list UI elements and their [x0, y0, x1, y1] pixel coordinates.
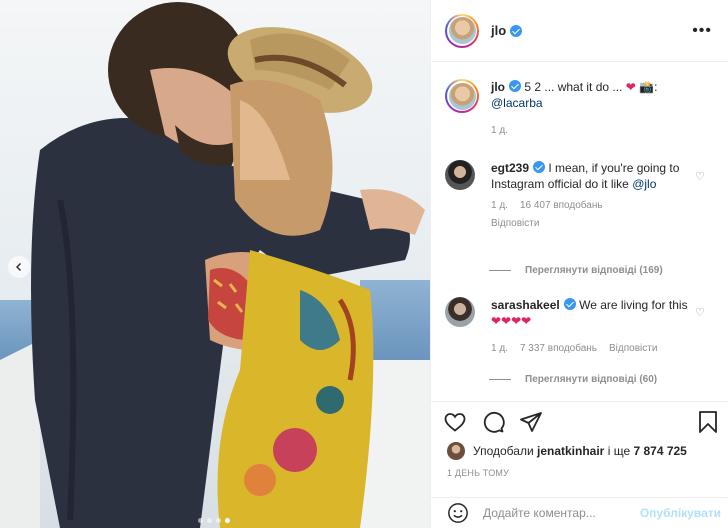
carousel-dot: [216, 518, 221, 523]
divider: [489, 270, 511, 271]
author-avatar[interactable]: [445, 13, 479, 48]
comment-text: We are living for this: [579, 298, 688, 312]
carousel-indicator: [198, 518, 230, 523]
post-photo[interactable]: [0, 0, 430, 528]
reply-button[interactable]: Відповісти: [491, 216, 691, 232]
carousel-dot-active: [225, 518, 230, 523]
comment-like-heart-icon[interactable]: ♡: [695, 306, 705, 319]
comment-mention[interactable]: @jlo: [632, 177, 656, 191]
hearts-emoji: ❤❤❤❤: [491, 314, 532, 328]
comment-likes[interactable]: 7 337 вподобань: [520, 341, 597, 357]
caption-mention[interactable]: @lacarba: [491, 96, 543, 110]
heart-emoji-icon: ❤: [625, 80, 636, 94]
caption-username[interactable]: jlo: [491, 80, 505, 94]
comment-icon[interactable]: [481, 410, 505, 434]
comment-time: 1 д.: [491, 343, 508, 354]
carousel-dot: [198, 518, 203, 523]
liker-avatar: [447, 442, 465, 460]
commenter-avatar[interactable]: [445, 297, 475, 327]
likes-and: і ще: [607, 444, 631, 458]
verified-badge-icon: [509, 80, 521, 92]
post-sidebar: jlo ••• jlo 5 2 ... what it do ... ❤ 📸: …: [430, 0, 728, 528]
likes-prefix: Уподобали: [473, 444, 534, 458]
comment-item: sarashakeel We are living for this ❤❤❤❤ …: [445, 297, 691, 357]
author-username[interactable]: jlo: [491, 23, 506, 38]
view-replies-button[interactable]: Переглянути відповіді (169): [489, 265, 663, 276]
likes-user[interactable]: jenatkinhair: [537, 444, 604, 458]
post-caption: jlo 5 2 ... what it do ... ❤ 📸: @lacarba…: [445, 79, 691, 139]
caption-avatar[interactable]: [445, 79, 479, 113]
avatar-image: [448, 82, 476, 110]
chevron-left-icon: [16, 263, 21, 271]
comments-list: jlo 5 2 ... what it do ... ❤ 📸: @lacarba…: [431, 63, 728, 401]
likes-summary[interactable]: Уподобали jenatkinhair і ще 7 874 725: [447, 442, 687, 460]
post-actions: Уподобали jenatkinhair і ще 7 874 725 1 …: [431, 401, 728, 497]
verified-badge-icon: [510, 24, 523, 37]
post-timestamp: 1 ДЕНЬ ТОМУ: [447, 468, 510, 478]
comment-like-heart-icon[interactable]: ♡: [695, 170, 705, 183]
carousel-dot: [207, 518, 212, 523]
reply-button[interactable]: Відповісти: [609, 341, 657, 357]
likes-count[interactable]: 7 874 725: [633, 444, 686, 458]
view-replies-label: Переглянути відповіді (60): [525, 374, 658, 385]
caption-text: 5 2 ... what it do ...: [524, 80, 623, 94]
comment-item: egt239 I mean, if you're going to Instag…: [445, 160, 691, 232]
divider: [489, 379, 511, 380]
post-header: jlo •••: [431, 0, 728, 62]
view-replies-label: Переглянути відповіді (169): [525, 265, 663, 276]
comment-input[interactable]: [483, 506, 633, 520]
verified-badge-icon: [563, 298, 576, 310]
avatar-image: [448, 17, 476, 44]
add-comment-bar: Опублікувати: [431, 497, 728, 528]
view-replies-button[interactable]: Переглянути відповіді (60): [489, 374, 657, 385]
comment-time: 1 д.: [491, 200, 508, 211]
verified-badge-icon: [533, 161, 546, 173]
caption-camera: 📸:: [639, 80, 658, 94]
share-icon[interactable]: [519, 410, 543, 434]
carousel-prev-button[interactable]: [8, 256, 30, 278]
heart-icon[interactable]: [443, 410, 467, 434]
comment-username[interactable]: egt239: [491, 161, 529, 175]
comment-username[interactable]: sarashakeel: [491, 298, 560, 312]
caption-time: 1 д.: [491, 125, 508, 136]
emoji-icon[interactable]: [447, 502, 469, 524]
commenter-avatar[interactable]: [445, 160, 475, 190]
more-options-icon[interactable]: •••: [692, 22, 712, 40]
comment-likes[interactable]: 16 407 вподобань: [520, 198, 603, 214]
bookmark-icon[interactable]: [697, 410, 719, 434]
photo-couple-kissing: [0, 0, 430, 528]
post-comment-button[interactable]: Опублікувати: [640, 506, 721, 520]
